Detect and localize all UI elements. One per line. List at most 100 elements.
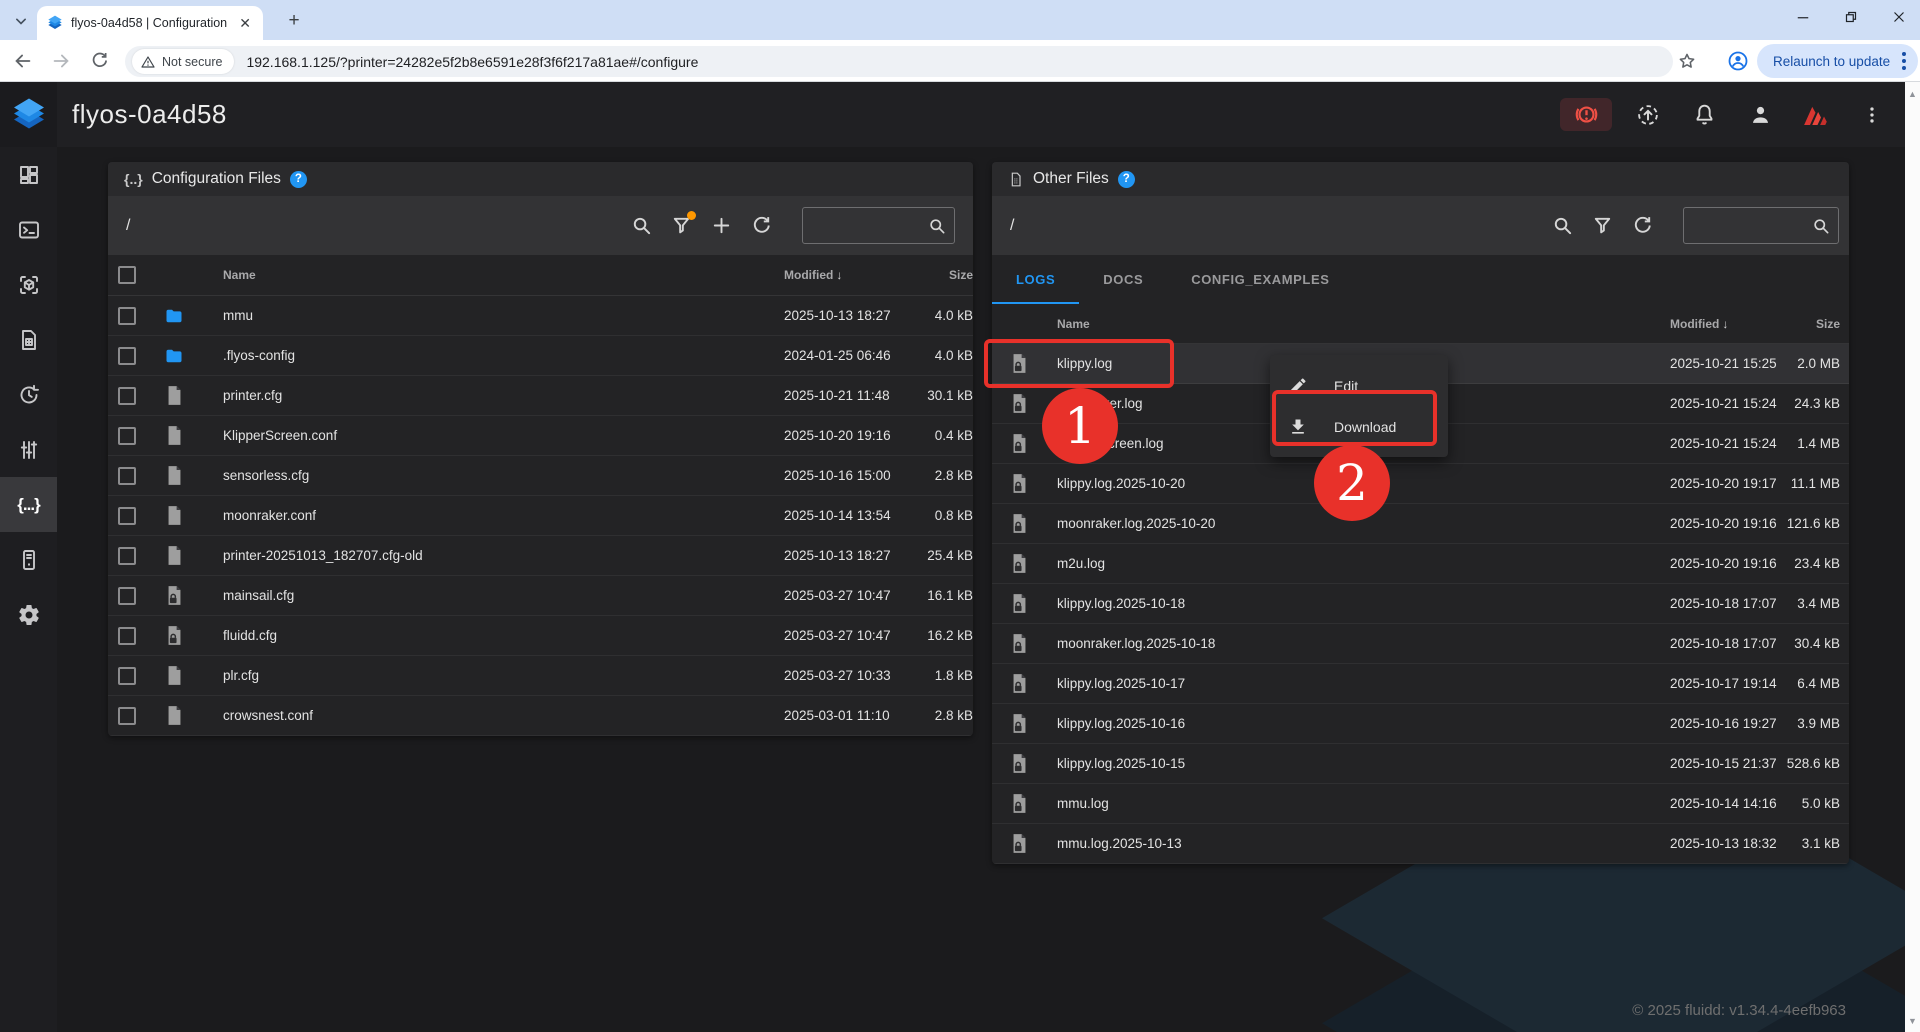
row-checkbox[interactable]: [118, 707, 136, 725]
tab-close-icon[interactable]: ✕: [237, 14, 253, 32]
file-modified: 2025-03-27 10:47: [784, 588, 898, 603]
file-row-moonraker.conf[interactable]: moonraker.conf2025-10-14 13:540.8 kB: [108, 496, 973, 536]
row-checkbox[interactable]: [118, 587, 136, 605]
file-modified: 2025-10-21 15:24: [1670, 436, 1784, 451]
row-checkbox[interactable]: [118, 427, 136, 445]
file-row-mainsail.cfg[interactable]: mainsail.cfg2025-03-27 10:4716.1 kB: [108, 576, 973, 616]
sort-desc-icon: ↓: [1722, 317, 1728, 331]
refresh-icon[interactable]: [750, 214, 773, 237]
browser-tab[interactable]: flyos-0a4d58 | Configuration ✕: [37, 6, 263, 40]
file-row-mmu[interactable]: mmu2025-10-13 18:274.0 kB: [108, 296, 973, 336]
other-files-panel: Other Files ? / LOGSDOCSCONFIG_EXAMPLES: [992, 162, 1849, 864]
sidebar-item-history[interactable]: [0, 367, 57, 422]
row-checkbox[interactable]: [118, 547, 136, 565]
klipper-logo[interactable]: [1796, 95, 1836, 135]
sidebar-item-system[interactable]: [0, 532, 57, 587]
app-menu-kebab-icon[interactable]: [1852, 95, 1892, 135]
file-row-m2u.log[interactable]: m2u.log2025-10-20 19:1623.4 kB: [992, 544, 1849, 584]
not-secure-chip[interactable]: Not secure: [132, 49, 234, 74]
scroll-up-icon[interactable]: ▲: [1905, 86, 1920, 101]
file-lock-icon: [1011, 713, 1028, 734]
sidebar-item-settings[interactable]: [0, 587, 57, 642]
tab-config_examples[interactable]: CONFIG_EXAMPLES: [1167, 255, 1353, 304]
file-row-printer-20251013_182707.cfg-old[interactable]: printer-20251013_182707.cfg-old2025-10-1…: [108, 536, 973, 576]
file-size: 1.4 MB: [1784, 436, 1840, 451]
file-row-klippy.log.2025-10-17[interactable]: klippy.log.2025-10-172025-10-17 19:146.4…: [992, 664, 1849, 704]
bookmark-star-icon[interactable]: [1676, 50, 1698, 72]
file-row-crowsnest.conf[interactable]: crowsnest.conf2025-03-01 11:102.8 kB: [108, 696, 973, 736]
file-size: 1.8 kB: [898, 668, 973, 683]
file-row-klippy.log.2025-10-16[interactable]: klippy.log.2025-10-162025-10-16 19:273.9…: [992, 704, 1849, 744]
warning-icon: [140, 54, 156, 70]
file-size: 24.3 kB: [1784, 396, 1840, 411]
sidebar-item-tune[interactable]: [0, 422, 57, 477]
file-row-KlipperScreen.conf[interactable]: KlipperScreen.conf2025-10-20 19:160.4 kB: [108, 416, 973, 456]
sidebar-item-gcode-preview[interactable]: [0, 257, 57, 312]
update-available-icon[interactable]: [1628, 95, 1668, 135]
file-row-moonraker.log.2025-10-20[interactable]: moonraker.log.2025-10-202025-10-20 19:16…: [992, 504, 1849, 544]
emergency-stop-button[interactable]: [1560, 98, 1612, 131]
scroll-down-icon[interactable]: ▼: [1905, 1013, 1920, 1028]
file-row-plr.cfg[interactable]: plr.cfg2025-03-27 10:331.8 kB: [108, 656, 973, 696]
row-checkbox[interactable]: [118, 667, 136, 685]
file-row-mmu.log.2025-10-13[interactable]: mmu.log.2025-10-132025-10-13 18:323.1 kB: [992, 824, 1849, 864]
file-modified: 2025-10-18 17:07: [1670, 636, 1784, 651]
browser-profile-avatar[interactable]: [1726, 49, 1750, 73]
refresh-icon[interactable]: [1631, 214, 1654, 237]
add-file-icon[interactable]: [710, 214, 733, 237]
column-size[interactable]: Size: [898, 268, 973, 282]
user-account-icon[interactable]: [1740, 95, 1780, 135]
search-icon[interactable]: [630, 214, 653, 237]
help-icon[interactable]: ?: [290, 171, 307, 188]
tab-search-chevron-icon[interactable]: [8, 8, 34, 34]
row-checkbox[interactable]: [118, 467, 136, 485]
forward-icon[interactable]: [46, 46, 76, 76]
file-row-.flyos-config[interactable]: .flyos-config2024-01-25 06:464.0 kB: [108, 336, 973, 376]
breadcrumb-path[interactable]: /: [1010, 217, 1014, 235]
row-checkbox[interactable]: [118, 347, 136, 365]
sidebar-item-dashboard[interactable]: [0, 147, 57, 202]
file-row-moonraker.log.2025-10-18[interactable]: moonraker.log.2025-10-182025-10-18 17:07…: [992, 624, 1849, 664]
window-restore-button[interactable]: [1836, 2, 1866, 32]
column-modified[interactable]: Modified↓: [784, 268, 898, 282]
page-scrollbar[interactable]: ▲ ▼: [1905, 82, 1920, 1032]
relaunch-to-update-button[interactable]: Relaunch to update: [1757, 44, 1918, 78]
column-modified[interactable]: Modified↓: [1670, 317, 1784, 331]
breadcrumb-path[interactable]: /: [126, 217, 130, 235]
help-icon[interactable]: ?: [1118, 171, 1135, 188]
file-row-klippy.log.2025-10-18[interactable]: klippy.log.2025-10-182025-10-18 17:073.4…: [992, 584, 1849, 624]
row-checkbox[interactable]: [118, 307, 136, 325]
select-all-checkbox[interactable]: [118, 266, 136, 284]
file-row-klippy.log.2025-10-20[interactable]: klippy.log.2025-10-202025-10-20 19:1711.…: [992, 464, 1849, 504]
sidebar-item-configuration[interactable]: {...}: [0, 477, 57, 532]
row-checkbox[interactable]: [118, 507, 136, 525]
file-row-sensorless.cfg[interactable]: sensorless.cfg2025-10-16 15:002.8 kB: [108, 456, 973, 496]
row-checkbox[interactable]: [118, 387, 136, 405]
notifications-bell-icon[interactable]: [1684, 95, 1724, 135]
file-row-fluidd.cfg[interactable]: fluidd.cfg2025-03-27 10:4716.2 kB: [108, 616, 973, 656]
sidebar-item-jobs[interactable]: [0, 312, 57, 367]
file-row-printer.cfg[interactable]: printer.cfg2025-10-21 11:4830.1 kB: [108, 376, 973, 416]
browser-menu-kebab-icon[interactable]: [1898, 48, 1910, 74]
search-icon[interactable]: [1551, 214, 1574, 237]
sidebar-item-console[interactable]: [0, 202, 57, 257]
column-size[interactable]: Size: [1784, 317, 1840, 331]
file-lock-icon: [1011, 513, 1028, 534]
address-bar[interactable]: Not secure 192.168.1.125/?printer=24282e…: [125, 46, 1673, 77]
filter-icon[interactable]: [1591, 214, 1614, 237]
window-close-button[interactable]: [1884, 2, 1914, 32]
reload-icon[interactable]: [84, 46, 114, 76]
fluidd-logo[interactable]: [0, 82, 57, 147]
file-icon: [166, 505, 183, 526]
file-row-klippy.log.2025-10-15[interactable]: klippy.log.2025-10-152025-10-15 21:37528…: [992, 744, 1849, 784]
file-modified: 2025-10-16 15:00: [784, 468, 898, 483]
file-row-mmu.log[interactable]: mmu.log2025-10-14 14:165.0 kB: [992, 784, 1849, 824]
file-search-input-wrap: [1683, 207, 1839, 244]
filter-icon[interactable]: [670, 214, 693, 237]
window-minimize-button[interactable]: [1788, 2, 1818, 32]
tab-logs[interactable]: LOGS: [992, 255, 1079, 304]
new-tab-button[interactable]: +: [282, 9, 306, 33]
tab-docs[interactable]: DOCS: [1079, 255, 1167, 304]
back-icon[interactable]: [8, 46, 38, 76]
row-checkbox[interactable]: [118, 627, 136, 645]
